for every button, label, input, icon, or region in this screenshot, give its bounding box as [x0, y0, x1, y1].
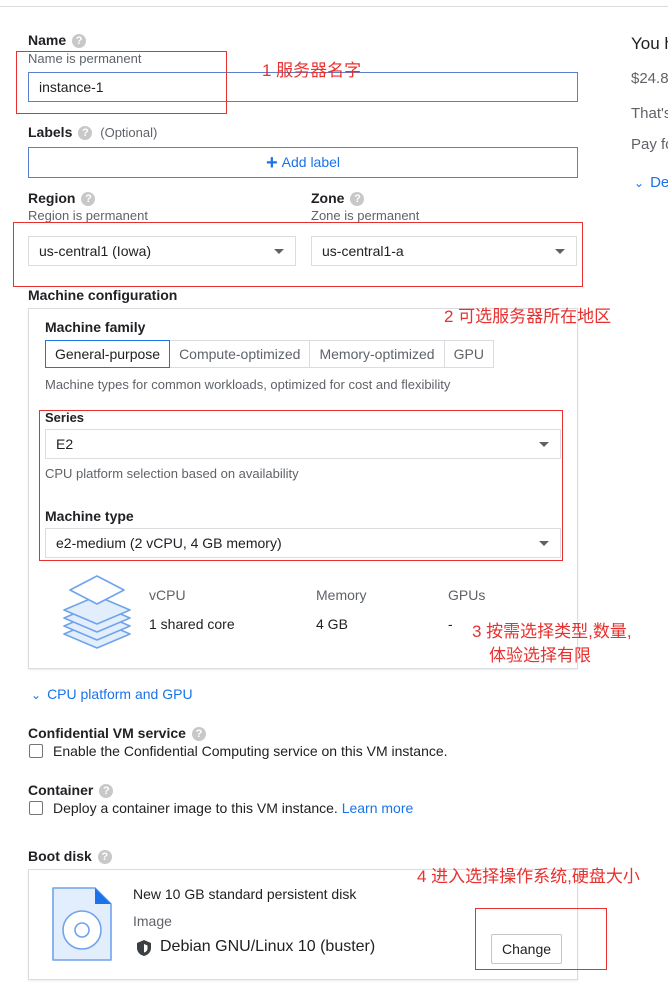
- chevron-down-icon: ⌄: [31, 688, 42, 702]
- annotation-box-name: [16, 51, 227, 114]
- zone-subtitle: Zone is permanent: [311, 208, 420, 223]
- tab-memory-optimized[interactable]: Memory-optimized: [309, 340, 445, 368]
- boot-disk-label-row: Boot disk?: [28, 848, 112, 864]
- confidential-checkbox-label: Enable the Confidential Computing servic…: [53, 743, 448, 759]
- side-text-2: Pay fo: [631, 136, 668, 153]
- annotation-3-line1: 3 按需选择类型,数量,: [472, 622, 632, 641]
- annotation-box-change: [475, 908, 607, 970]
- tab-general-purpose[interactable]: General-purpose: [45, 340, 171, 368]
- annotation-box-machine: [39, 410, 563, 561]
- help-icon[interactable]: ?: [97, 850, 112, 864]
- labels-optional: (Optional): [100, 125, 158, 140]
- image-label: Image: [133, 913, 172, 929]
- annotation-2: 2 可选服务器所在地区: [444, 307, 612, 326]
- annotation-box-region: [13, 222, 583, 287]
- help-icon[interactable]: ?: [72, 34, 87, 48]
- name-label: Name: [28, 32, 67, 48]
- container-checkbox-label-row: Deploy a container image to this VM inst…: [53, 800, 413, 816]
- zone-label-row: Zone?: [311, 190, 365, 206]
- region-subtitle: Region is permanent: [28, 208, 148, 223]
- gpus-value: -: [448, 616, 453, 632]
- layers-icon: [58, 572, 136, 652]
- labels-label: Labels: [28, 124, 73, 140]
- help-icon[interactable]: ?: [191, 727, 206, 741]
- help-icon[interactable]: ?: [350, 192, 365, 206]
- region-label-row: Region?: [28, 190, 96, 206]
- container-label: Container: [28, 782, 94, 798]
- annotation-1: 1 服务器名字: [262, 61, 362, 80]
- help-icon[interactable]: ?: [99, 784, 114, 798]
- zone-label: Zone: [311, 190, 345, 206]
- shield-icon: [136, 939, 152, 957]
- gpus-header: GPUs: [448, 587, 486, 603]
- learn-more-link[interactable]: Learn more: [342, 800, 414, 816]
- confidential-label: Confidential VM service: [28, 725, 186, 741]
- machine-family-label: Machine family: [45, 319, 146, 335]
- machine-family-tabs: General-purpose Compute-optimized Memory…: [45, 340, 494, 368]
- memory-header: Memory: [316, 587, 367, 603]
- tab-gpu[interactable]: GPU: [443, 340, 494, 368]
- confidential-label-row: Confidential VM service?: [28, 725, 206, 741]
- container-label-row: Container?: [28, 782, 114, 798]
- container-checkbox-label: Deploy a container image to this VM inst…: [53, 800, 338, 816]
- annotation-4: 4 进入选择操作系统,硬盘大小: [417, 867, 640, 886]
- disk-file-icon: [51, 886, 113, 962]
- container-checkbox[interactable]: [29, 801, 43, 815]
- side-details-text: De: [650, 174, 668, 191]
- image-value: Debian GNU/Linux 10 (buster): [160, 938, 376, 955]
- cpu-platform-link[interactable]: ⌄ CPU platform and GPU: [31, 686, 193, 702]
- machine-family-desc: Machine types for common workloads, opti…: [45, 377, 451, 392]
- confidential-checkbox[interactable]: [29, 744, 43, 758]
- add-label-button[interactable]: + Add label: [28, 147, 578, 178]
- name-label-row: Name?: [28, 32, 87, 48]
- help-icon[interactable]: ?: [78, 126, 93, 140]
- vcpu-value: 1 shared core: [149, 616, 235, 632]
- add-label-text: Add label: [281, 154, 341, 170]
- disk-title: New 10 GB standard persistent disk: [133, 886, 357, 902]
- help-icon[interactable]: ?: [81, 192, 96, 206]
- boot-disk-label: Boot disk: [28, 848, 92, 864]
- side-heading: You h: [631, 34, 668, 53]
- side-text-1: That's: [631, 105, 668, 122]
- labels-label-row: Labels? (Optional): [28, 124, 157, 140]
- memory-value: 4 GB: [316, 616, 348, 632]
- annotation-3-line2: 体验选择有限: [489, 646, 591, 665]
- vcpu-header: vCPU: [149, 587, 186, 603]
- region-label: Region: [28, 190, 76, 206]
- side-details-link[interactable]: ⌄ De: [634, 174, 668, 191]
- cpu-platform-text: CPU platform and GPU: [47, 686, 193, 702]
- machine-config-title: Machine configuration: [28, 287, 178, 303]
- tab-compute-optimized[interactable]: Compute-optimized: [169, 340, 311, 368]
- chevron-down-icon: ⌄: [634, 176, 645, 190]
- top-divider: [0, 6, 668, 7]
- plus-icon: +: [265, 152, 278, 174]
- side-price: $24.8: [631, 70, 668, 87]
